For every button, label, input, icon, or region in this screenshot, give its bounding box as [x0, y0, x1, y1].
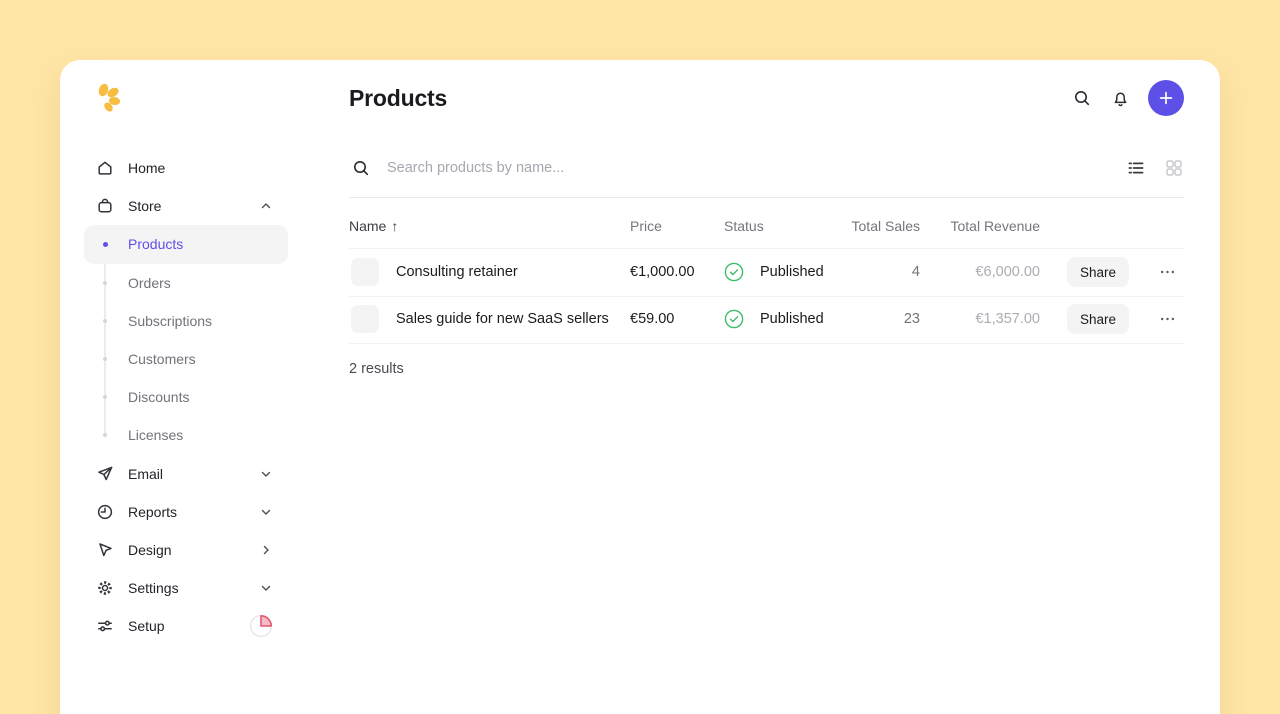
column-header-total-sales[interactable]: Total Sales — [852, 218, 920, 234]
main-content: Products Name ↑ — [349, 60, 1184, 714]
table-row[interactable]: Consulting retainer €1,000.00 Published … — [349, 248, 1184, 296]
ellipsis-icon — [1160, 317, 1175, 321]
topbar-actions — [1072, 80, 1184, 116]
sidebar-subitem-label: Customers — [128, 351, 196, 367]
total-revenue-value: €6,000.00 — [975, 264, 1040, 280]
chevron-right-icon — [258, 542, 274, 558]
grid-view-button[interactable] — [1164, 158, 1184, 178]
column-label: Name — [349, 218, 386, 234]
sidebar-item-label: Settings — [128, 580, 179, 596]
sidebar-item-store[interactable]: Store — [84, 187, 288, 225]
product-price: €59.00 — [630, 311, 674, 327]
sidebar-item-label: Email — [128, 466, 163, 482]
column-header-price[interactable]: Price — [630, 218, 662, 234]
sidebar-item-licenses[interactable]: Licenses — [84, 416, 288, 454]
status-label: Published — [760, 311, 824, 327]
sidebar-subitem-label: Licenses — [128, 427, 183, 443]
sidebar-subitem-label: Orders — [128, 275, 171, 291]
search-icon[interactable] — [1072, 88, 1092, 108]
sidebar-item-orders[interactable]: Orders — [84, 264, 288, 302]
plus-icon — [1158, 90, 1174, 106]
sliders-icon — [96, 617, 114, 635]
sidebar-item-label: Home — [128, 160, 165, 176]
product-name: Consulting retainer — [396, 264, 518, 280]
view-toggle — [1126, 158, 1184, 178]
dot-icon — [96, 357, 114, 361]
total-revenue-value: €1,357.00 — [975, 311, 1040, 327]
list-view-button[interactable] — [1126, 158, 1146, 178]
clock-icon — [96, 503, 114, 521]
total-sales-value: 4 — [912, 264, 920, 280]
share-button[interactable]: Share — [1067, 304, 1129, 334]
product-price: €1,000.00 — [630, 264, 695, 280]
dot-icon — [96, 395, 114, 399]
home-icon — [96, 159, 114, 177]
chevron-up-icon — [258, 198, 274, 214]
list-view-icon — [1126, 158, 1146, 178]
sidebar: Home Store Products Orders Subscriptions… — [84, 149, 288, 645]
sidebar-item-label: Setup — [128, 618, 165, 634]
row-actions-menu-button[interactable] — [1154, 259, 1180, 285]
published-check-icon — [724, 262, 744, 282]
row-actions-menu-button[interactable] — [1154, 306, 1180, 332]
sidebar-item-customers[interactable]: Customers — [84, 340, 288, 378]
product-search-input[interactable] — [387, 154, 817, 182]
divider — [349, 197, 1184, 198]
bell-icon[interactable] — [1110, 88, 1130, 108]
sidebar-item-design[interactable]: Design — [84, 531, 288, 569]
page-title: Products — [349, 85, 447, 112]
sidebar-item-reports[interactable]: Reports — [84, 493, 288, 531]
sidebar-subitem-label: Discounts — [128, 389, 189, 405]
share-button[interactable]: Share — [1067, 257, 1129, 287]
setup-progress-pie-icon — [248, 613, 274, 639]
ellipsis-icon — [1160, 270, 1175, 274]
lemon-logo-icon — [94, 82, 124, 116]
dot-icon — [96, 319, 114, 323]
sidebar-subitem-label: Subscriptions — [128, 313, 212, 329]
sidebar-item-subscriptions[interactable]: Subscriptions — [84, 302, 288, 340]
sidebar-item-label: Design — [128, 542, 172, 558]
sidebar-item-label: Reports — [128, 504, 177, 520]
column-header-name[interactable]: Name ↑ — [349, 218, 398, 234]
send-icon — [96, 465, 114, 483]
lemon-logo[interactable] — [94, 82, 124, 116]
product-thumbnail — [351, 305, 379, 333]
grid-view-icon — [1164, 158, 1184, 178]
sidebar-item-products[interactable]: Products — [84, 225, 288, 263]
results-count: 2 results — [349, 361, 404, 377]
column-header-total-revenue[interactable]: Total Revenue — [950, 218, 1040, 234]
published-check-icon — [724, 309, 744, 329]
sort-asc-icon: ↑ — [391, 218, 398, 234]
sidebar-subitem-label: Products — [128, 236, 183, 252]
sidebar-item-label: Store — [128, 198, 161, 214]
total-sales-value: 23 — [904, 311, 920, 327]
sidebar-item-setup[interactable]: Setup — [84, 607, 288, 645]
sidebar-item-email[interactable]: Email — [84, 455, 288, 493]
sidebar-item-settings[interactable]: Settings — [84, 569, 288, 607]
gear-icon — [96, 579, 114, 597]
dot-icon — [96, 433, 114, 437]
column-header-status[interactable]: Status — [724, 218, 764, 234]
chevron-down-icon — [258, 504, 274, 520]
table-row[interactable]: Sales guide for new SaaS sellers €59.00 … — [349, 295, 1184, 343]
divider — [349, 343, 1184, 344]
active-dot-icon — [96, 242, 114, 247]
product-thumbnail — [351, 258, 379, 286]
product-name: Sales guide for new SaaS sellers — [396, 311, 609, 327]
sidebar-item-home[interactable]: Home — [84, 149, 288, 187]
sidebar-item-discounts[interactable]: Discounts — [84, 378, 288, 416]
dashboard-card: Home Store Products Orders Subscriptions… — [60, 60, 1220, 714]
status-label: Published — [760, 264, 824, 280]
dot-icon — [96, 281, 114, 285]
chevron-down-icon — [258, 580, 274, 596]
search-products-icon — [351, 158, 371, 178]
cursor-icon — [96, 541, 114, 559]
shopping-bag-icon — [96, 197, 114, 215]
chevron-down-icon — [258, 466, 274, 482]
create-new-button[interactable] — [1148, 80, 1184, 116]
